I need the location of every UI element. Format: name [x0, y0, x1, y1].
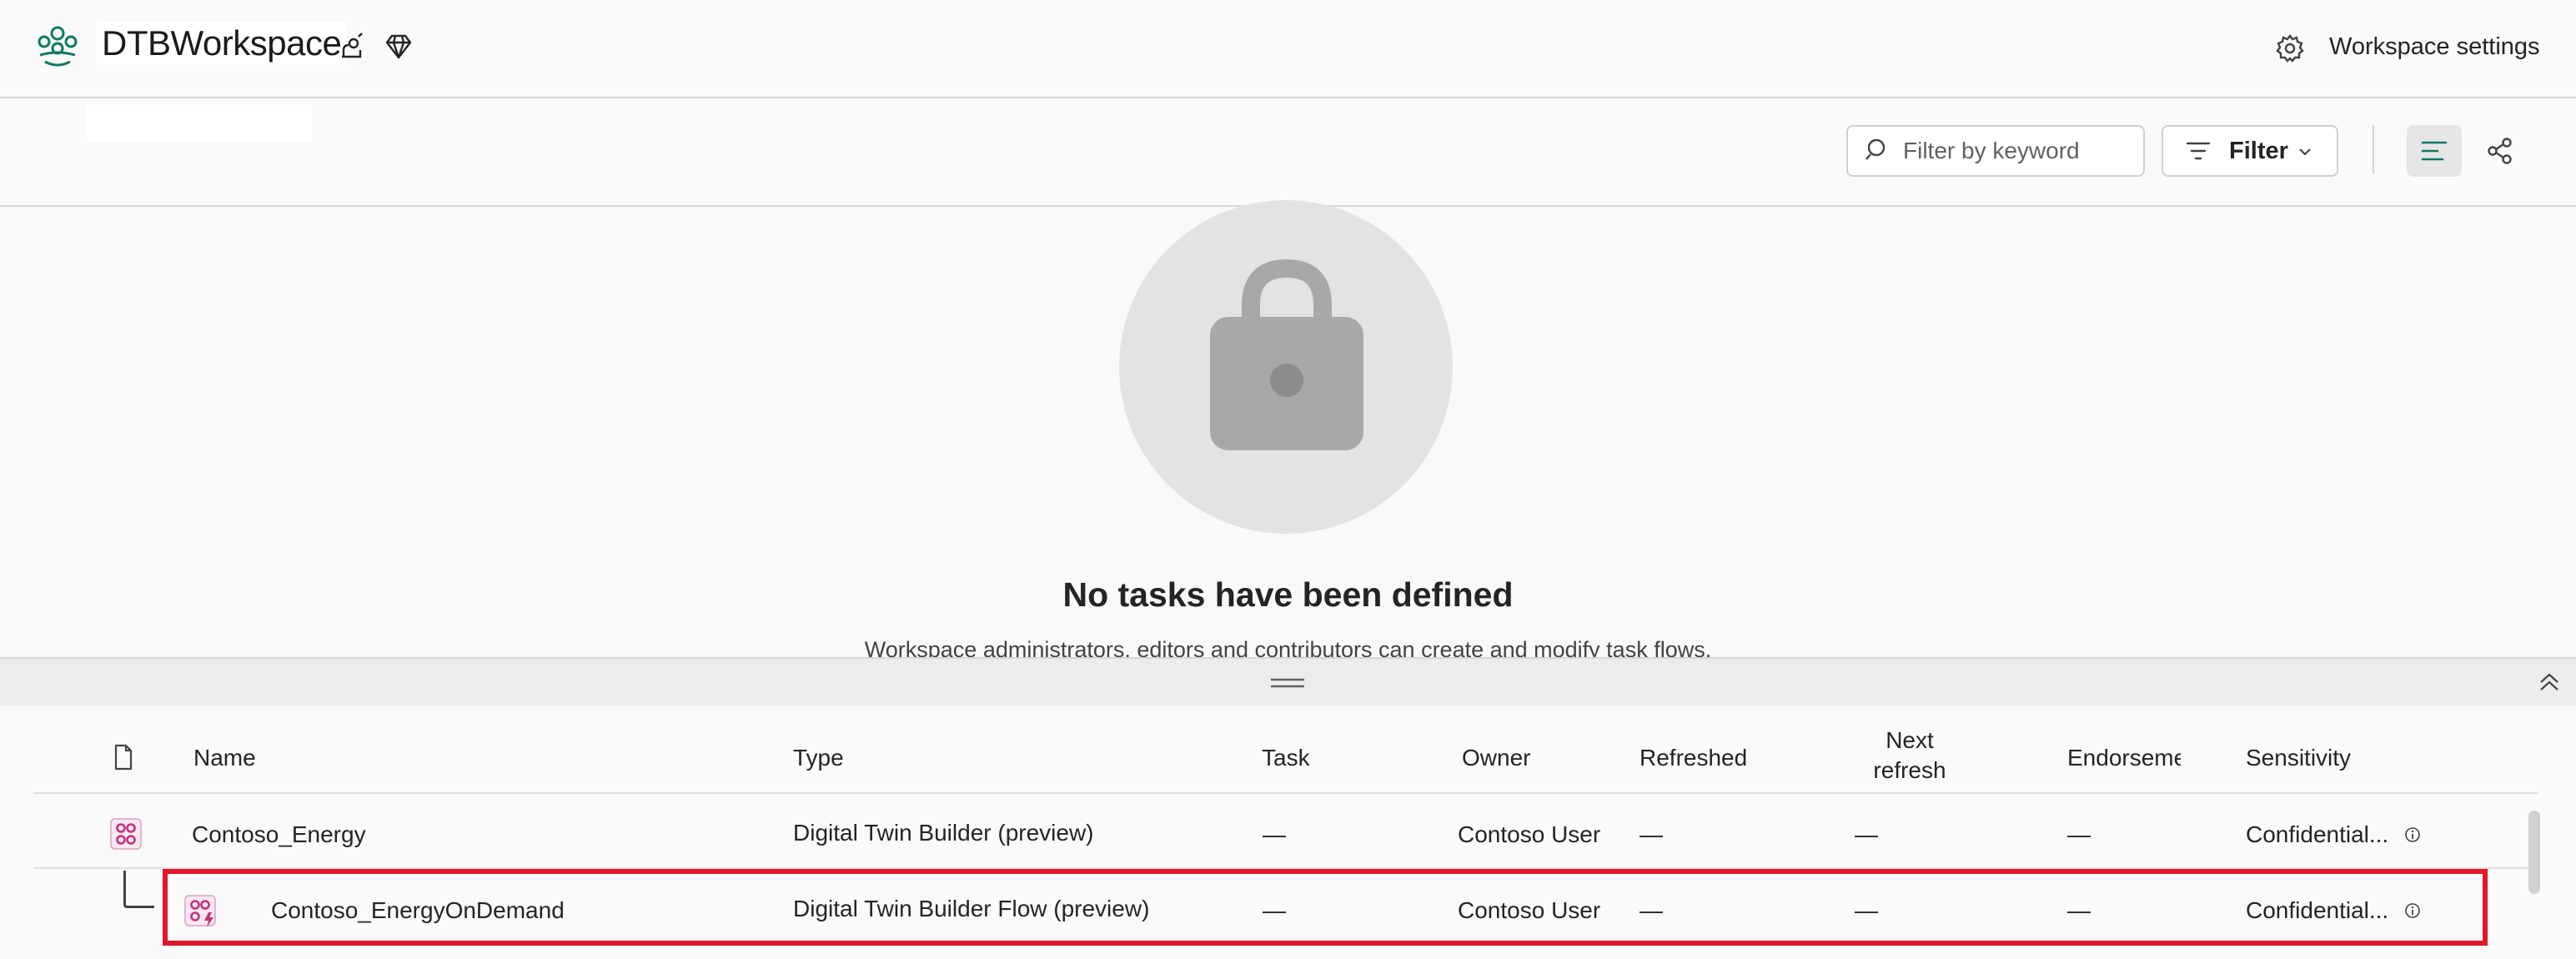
filter-label: Filter	[2229, 138, 2288, 164]
row-owner: Contoso User	[1458, 821, 1601, 847]
search-input[interactable]	[1903, 137, 2137, 165]
rocket-icon[interactable]	[337, 32, 367, 62]
next-refresh-line1: Next	[1886, 727, 1934, 753]
row-next-refresh: —	[1855, 821, 1878, 847]
list-view-button[interactable]	[2407, 125, 2462, 177]
info-icon[interactable]	[2404, 826, 2421, 843]
lineage-view-icon	[2487, 137, 2515, 165]
lock-icon	[1208, 255, 1366, 452]
search-icon	[1865, 137, 1891, 163]
tree-connector	[123, 871, 154, 908]
selection-highlight	[163, 869, 2488, 946]
drag-handle-icon[interactable]	[1271, 677, 1304, 689]
workspace-settings-label: Workspace settings	[2329, 33, 2540, 60]
list-view-icon	[2421, 138, 2448, 163]
table-scrollbar[interactable]	[2528, 811, 2540, 894]
workspace-title: DTBWorkspace	[97, 22, 347, 65]
view-tab-placeholder	[87, 105, 312, 142]
row-task: —	[1263, 821, 1286, 847]
empty-state-description: Workspace administrators, editors and co…	[864, 637, 1712, 657]
column-header-name[interactable]: Name	[193, 745, 256, 771]
column-header-sensitivity[interactable]: Sensitivity	[2246, 745, 2351, 771]
next-refresh-line2: refresh	[1873, 757, 1946, 783]
column-header-owner[interactable]: Owner	[1462, 745, 1530, 771]
digital-twin-builder-icon	[110, 818, 142, 850]
gear-icon	[2275, 33, 2305, 63]
filter-icon	[2185, 138, 2212, 163]
row-refreshed: —	[1640, 821, 1663, 847]
file-type-icon	[113, 744, 133, 771]
toolbar-divider	[2373, 125, 2374, 173]
column-header-refreshed[interactable]: Refreshed	[1640, 745, 1747, 771]
row-sensitivity: Confidential...	[2246, 821, 2389, 847]
workspace-logo-icon	[33, 22, 82, 70]
row-name[interactable]: Contoso_Energy	[192, 821, 366, 848]
row-type: Digital Twin Builder (preview)	[793, 820, 1094, 846]
chevron-double-up-icon[interactable]	[2537, 670, 2562, 695]
lineage-view-button[interactable]	[2473, 125, 2528, 177]
column-header-endorsement[interactable]: Endorseme	[2067, 745, 2181, 771]
column-header-task[interactable]: Task	[1262, 745, 1310, 771]
empty-state-title: No tasks have been defined	[1062, 575, 1514, 614]
diamond-icon[interactable]	[384, 32, 414, 62]
chevron-down-icon	[2297, 143, 2313, 160]
row-endorsement: —	[2067, 821, 2091, 847]
column-header-type[interactable]: Type	[793, 745, 844, 771]
